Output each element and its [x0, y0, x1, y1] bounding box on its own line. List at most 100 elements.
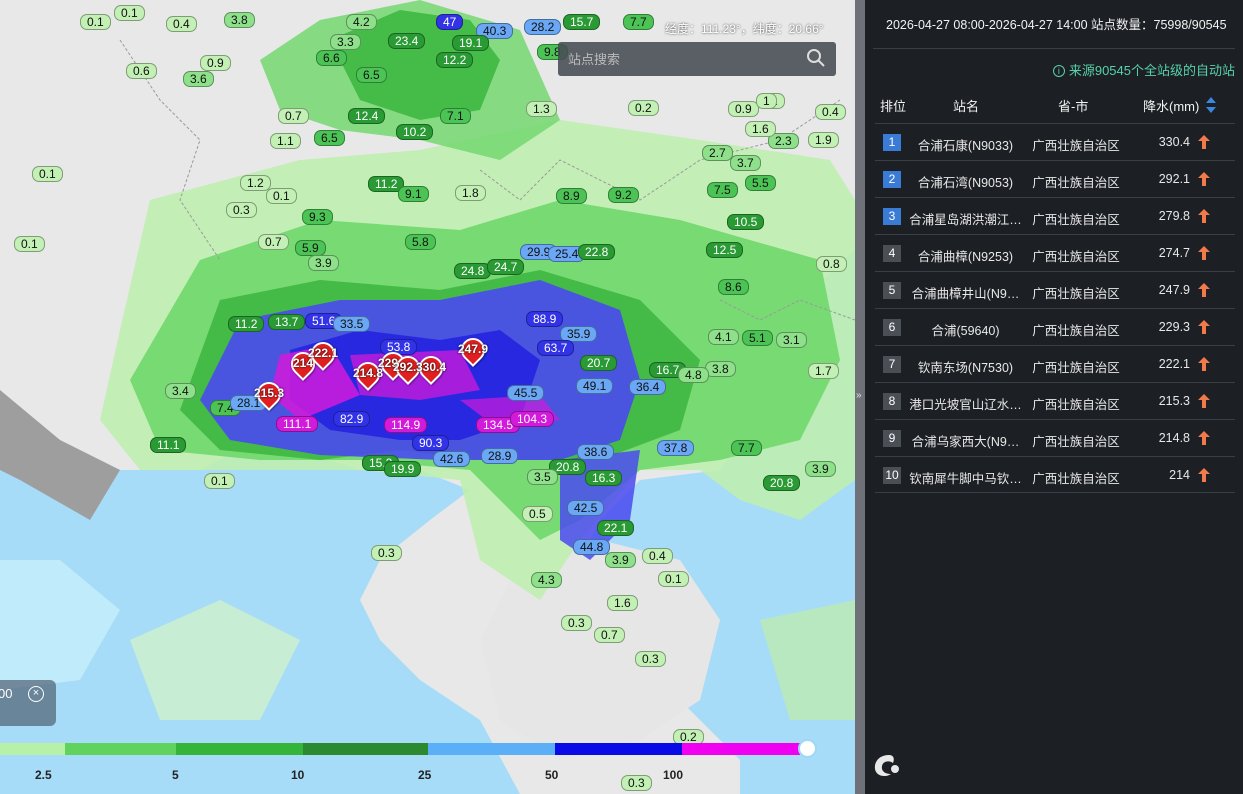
station-value-label[interactable]: 16.3 [585, 470, 623, 486]
station-value-label[interactable]: 4.2 [346, 14, 377, 30]
station-value-label[interactable]: 0.9 [728, 101, 759, 117]
station-value-label[interactable]: 11.2 [228, 316, 265, 332]
station-search-input[interactable] [558, 42, 798, 76]
legend-slider-handle[interactable] [798, 739, 817, 758]
station-value-label[interactable]: 0.4 [815, 104, 846, 120]
station-name[interactable]: 钦南犀牛脚中马钦… [908, 468, 1023, 487]
station-value-label[interactable]: 19.1 [452, 35, 490, 51]
station-value-label[interactable]: 1.8 [455, 185, 486, 201]
station-value-label[interactable]: 0.3 [561, 615, 592, 631]
station-value-label[interactable]: 1 [756, 93, 777, 109]
station-value-label[interactable]: 3.8 [705, 361, 736, 377]
table-row[interactable]: 6 合浦(59640) 广西壮族自治区 229.3 [875, 308, 1235, 345]
panel-splitter[interactable]: » [855, 0, 865, 794]
station-value-label[interactable]: 42.6 [433, 451, 471, 467]
table-row[interactable]: 5 合浦曲樟井山(N9… 广西壮族自治区 247.9 [875, 271, 1235, 308]
station-value-label[interactable]: 104.3 [510, 411, 555, 427]
station-value-label[interactable]: 8.9 [556, 188, 587, 204]
station-value-label[interactable]: 3.6 [183, 71, 214, 87]
station-value-label[interactable]: 28.9 [481, 448, 519, 464]
station-value-label[interactable]: 9.1 [398, 186, 429, 202]
table-row[interactable]: 10 钦南犀牛脚中马钦… 广西壮族自治区 214 [875, 456, 1235, 493]
station-value-label[interactable]: 0.1 [114, 5, 145, 21]
station-name[interactable]: 合浦乌家西大(N9… [908, 431, 1023, 450]
station-value-label[interactable]: 9.2 [608, 187, 639, 203]
station-value-label[interactable]: 7.5 [707, 182, 738, 198]
station-value-label[interactable]: 47 [436, 14, 464, 30]
station-name[interactable]: 合浦星岛湖洪潮江… [908, 209, 1023, 228]
station-value-label[interactable]: 0.1 [32, 166, 63, 182]
station-value-label[interactable]: 3.9 [308, 255, 339, 271]
station-value-label[interactable]: 0.3 [371, 545, 402, 561]
station-value-label[interactable]: 4.3 [531, 572, 562, 588]
station-value-label[interactable]: 12.2 [436, 52, 474, 68]
station-value-label[interactable]: 63.7 [537, 340, 575, 356]
collapse-arrow-icon[interactable]: » [856, 390, 862, 401]
station-name[interactable]: 合浦曲樟(N9253) [908, 246, 1023, 265]
station-search-box[interactable] [558, 42, 836, 76]
station-value-label[interactable]: 0.7 [594, 627, 625, 643]
station-value-label[interactable]: 0.1 [14, 236, 45, 252]
station-value-label[interactable]: 0.7 [258, 234, 289, 250]
station-value-label[interactable]: 5.5 [745, 175, 776, 191]
station-name[interactable]: 合浦曲樟井山(N9… [908, 283, 1023, 302]
table-row[interactable]: 2 合浦石湾(N9053) 广西壮族自治区 292.1 [875, 160, 1235, 197]
station-name[interactable]: 合浦石湾(N9053) [908, 172, 1023, 191]
station-value-label[interactable]: 38.6 [577, 444, 615, 460]
max-rain-pin[interactable]: 222.1 [306, 337, 340, 380]
station-value-label[interactable]: 12.5 [706, 242, 744, 258]
station-value-label[interactable]: 49.1 [576, 378, 614, 394]
station-value-label[interactable]: 0.3 [226, 202, 257, 218]
station-value-label[interactable]: 0.4 [166, 16, 197, 32]
station-value-label[interactable]: 4.8 [678, 367, 709, 383]
station-value-label[interactable]: 1.6 [607, 595, 638, 611]
station-value-label[interactable]: 6.5 [314, 130, 345, 146]
station-value-label[interactable]: 2.7 [702, 145, 733, 161]
station-value-label[interactable]: 33.5 [333, 316, 371, 332]
station-name[interactable]: 港口光坡官山辽水… [908, 394, 1023, 413]
station-name[interactable]: 钦南东场(N7530) [908, 357, 1023, 376]
station-value-label[interactable]: 0.9 [200, 55, 231, 71]
station-value-label[interactable]: 22.8 [578, 244, 616, 260]
station-value-label[interactable]: 13.7 [268, 314, 306, 330]
station-name[interactable]: 合浦(59640) [908, 320, 1023, 339]
station-value-label[interactable]: 37.8 [657, 440, 695, 456]
station-value-label[interactable]: 23.4 [388, 33, 426, 49]
station-value-label[interactable]: 0.3 [621, 775, 652, 791]
station-value-label[interactable]: 0.1 [658, 571, 689, 587]
table-row[interactable]: 7 钦南东场(N7530) 广西壮族自治区 222.1 [875, 345, 1235, 382]
station-value-label[interactable]: 36.4 [629, 379, 667, 395]
station-value-label[interactable]: 8.6 [718, 279, 749, 295]
sort-icon[interactable] [1205, 96, 1217, 114]
station-value-label[interactable]: 1.3 [526, 101, 557, 117]
station-value-label[interactable]: 1.2 [240, 175, 271, 191]
station-value-label[interactable]: 0.6 [126, 63, 157, 79]
col-rainfall[interactable]: 降水(mm) [1143, 96, 1199, 115]
station-value-label[interactable]: 7.1 [440, 108, 471, 124]
table-row[interactable]: 8 港口光坡官山辽水… 广西壮族自治区 215.3 [875, 382, 1235, 419]
table-row[interactable]: 3 合浦星岛湖洪潮江… 广西壮族自治区 279.8 [875, 197, 1235, 234]
station-value-label[interactable]: 1.6 [745, 121, 776, 137]
station-value-label[interactable]: 1.1 [270, 133, 301, 149]
station-value-label[interactable]: 88.9 [526, 311, 564, 327]
precipitation-map[interactable]: 0.1 0.4 3.8 0.1 4.2 47 40.3 28.2 15.7 7.7 0.6 0.9 3.… [0, 0, 855, 794]
station-name[interactable]: 合浦石康(N9033) [908, 135, 1023, 154]
max-rain-pin[interactable]: 215.3 [252, 377, 286, 420]
station-value-label[interactable]: 0.8 [816, 256, 847, 272]
station-value-label[interactable]: 20.8 [763, 475, 801, 491]
station-value-label[interactable]: 1.7 [808, 363, 839, 379]
station-value-label[interactable]: 7.7 [731, 440, 762, 456]
close-icon[interactable]: × [28, 686, 44, 702]
station-value-label[interactable]: 45.5 [507, 385, 545, 401]
search-icon[interactable] [806, 48, 826, 68]
table-row[interactable]: 1 合浦石康(N9033) 广西壮族自治区 330.4 [875, 123, 1235, 160]
station-value-label[interactable]: 11.1 [150, 437, 187, 453]
station-value-label[interactable]: 5.9 [295, 240, 326, 256]
station-value-label[interactable]: 3.8 [224, 12, 255, 28]
station-value-label[interactable]: 10.2 [396, 124, 434, 140]
station-value-label[interactable]: 0.3 [635, 651, 666, 667]
table-row[interactable]: 4 合浦曲樟(N9253) 广西壮族自治区 274.7 [875, 234, 1235, 271]
station-value-label[interactable]: 3.3 [330, 34, 361, 50]
station-value-label[interactable]: 9.3 [302, 209, 333, 225]
station-value-label[interactable]: 0.2 [628, 100, 659, 116]
